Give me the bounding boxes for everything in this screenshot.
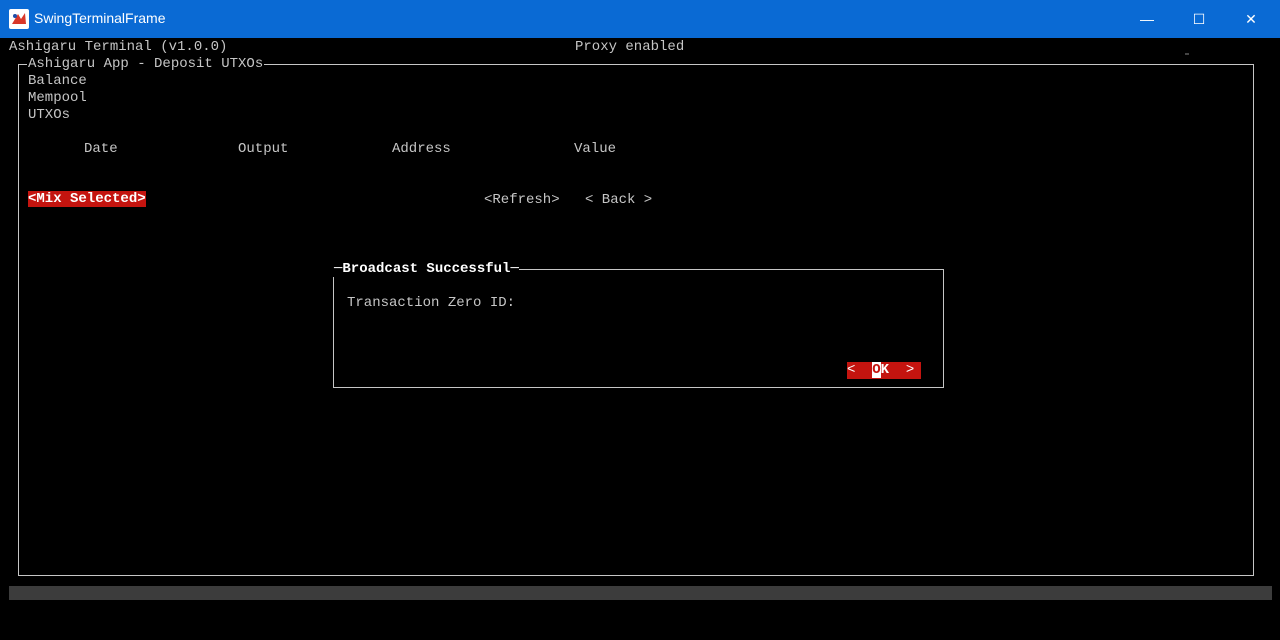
menu-item-mempool[interactable]: Mempool xyxy=(28,90,87,106)
back-button[interactable]: < Back > xyxy=(585,192,652,208)
ok-button[interactable]: < OK > xyxy=(847,362,921,379)
close-button[interactable]: ✕ xyxy=(1226,0,1276,38)
terminal-bottom-edge xyxy=(9,586,1272,600)
dialog-message: Transaction Zero ID: xyxy=(347,295,516,311)
column-header-date: Date xyxy=(84,141,118,157)
column-header-value: Value xyxy=(574,141,617,157)
app-header-title: Ashigaru Terminal (v1.0.0) xyxy=(9,39,228,55)
window-titlebar[interactable]: SwingTerminalFrame — ☐ ✕ xyxy=(0,0,1280,38)
terminal-frame: Ashigaru Terminal (v1.0.0) Proxy enabled… xyxy=(1,38,1279,636)
refresh-button[interactable]: <Refresh> xyxy=(484,192,560,208)
terminal-screen: Ashigaru Terminal (v1.0.0) Proxy enabled… xyxy=(9,38,1272,586)
status-area xyxy=(1,600,1279,636)
panel-title: Ashigaru App - Deposit UTXOs xyxy=(27,56,265,72)
menu-item-balance[interactable]: Balance xyxy=(28,73,87,89)
column-header-output: Output xyxy=(238,141,289,157)
maximize-button[interactable]: ☐ xyxy=(1174,0,1224,38)
menu-item-utxos[interactable]: UTXOs xyxy=(28,107,70,123)
column-header-address: Address xyxy=(392,141,451,157)
mix-selected-button[interactable]: <Mix Selected> xyxy=(28,191,146,207)
dialog-title: ─Broadcast Successful─ xyxy=(333,261,519,277)
broadcast-dialog: ─Broadcast Successful─ Transaction Zero … xyxy=(333,261,944,388)
minimize-button[interactable]: — xyxy=(1122,0,1172,38)
window-title: SwingTerminalFrame xyxy=(34,10,166,26)
java-app-icon xyxy=(9,9,29,29)
cursor-mark xyxy=(1185,53,1189,55)
proxy-status: Proxy enabled xyxy=(575,39,685,55)
